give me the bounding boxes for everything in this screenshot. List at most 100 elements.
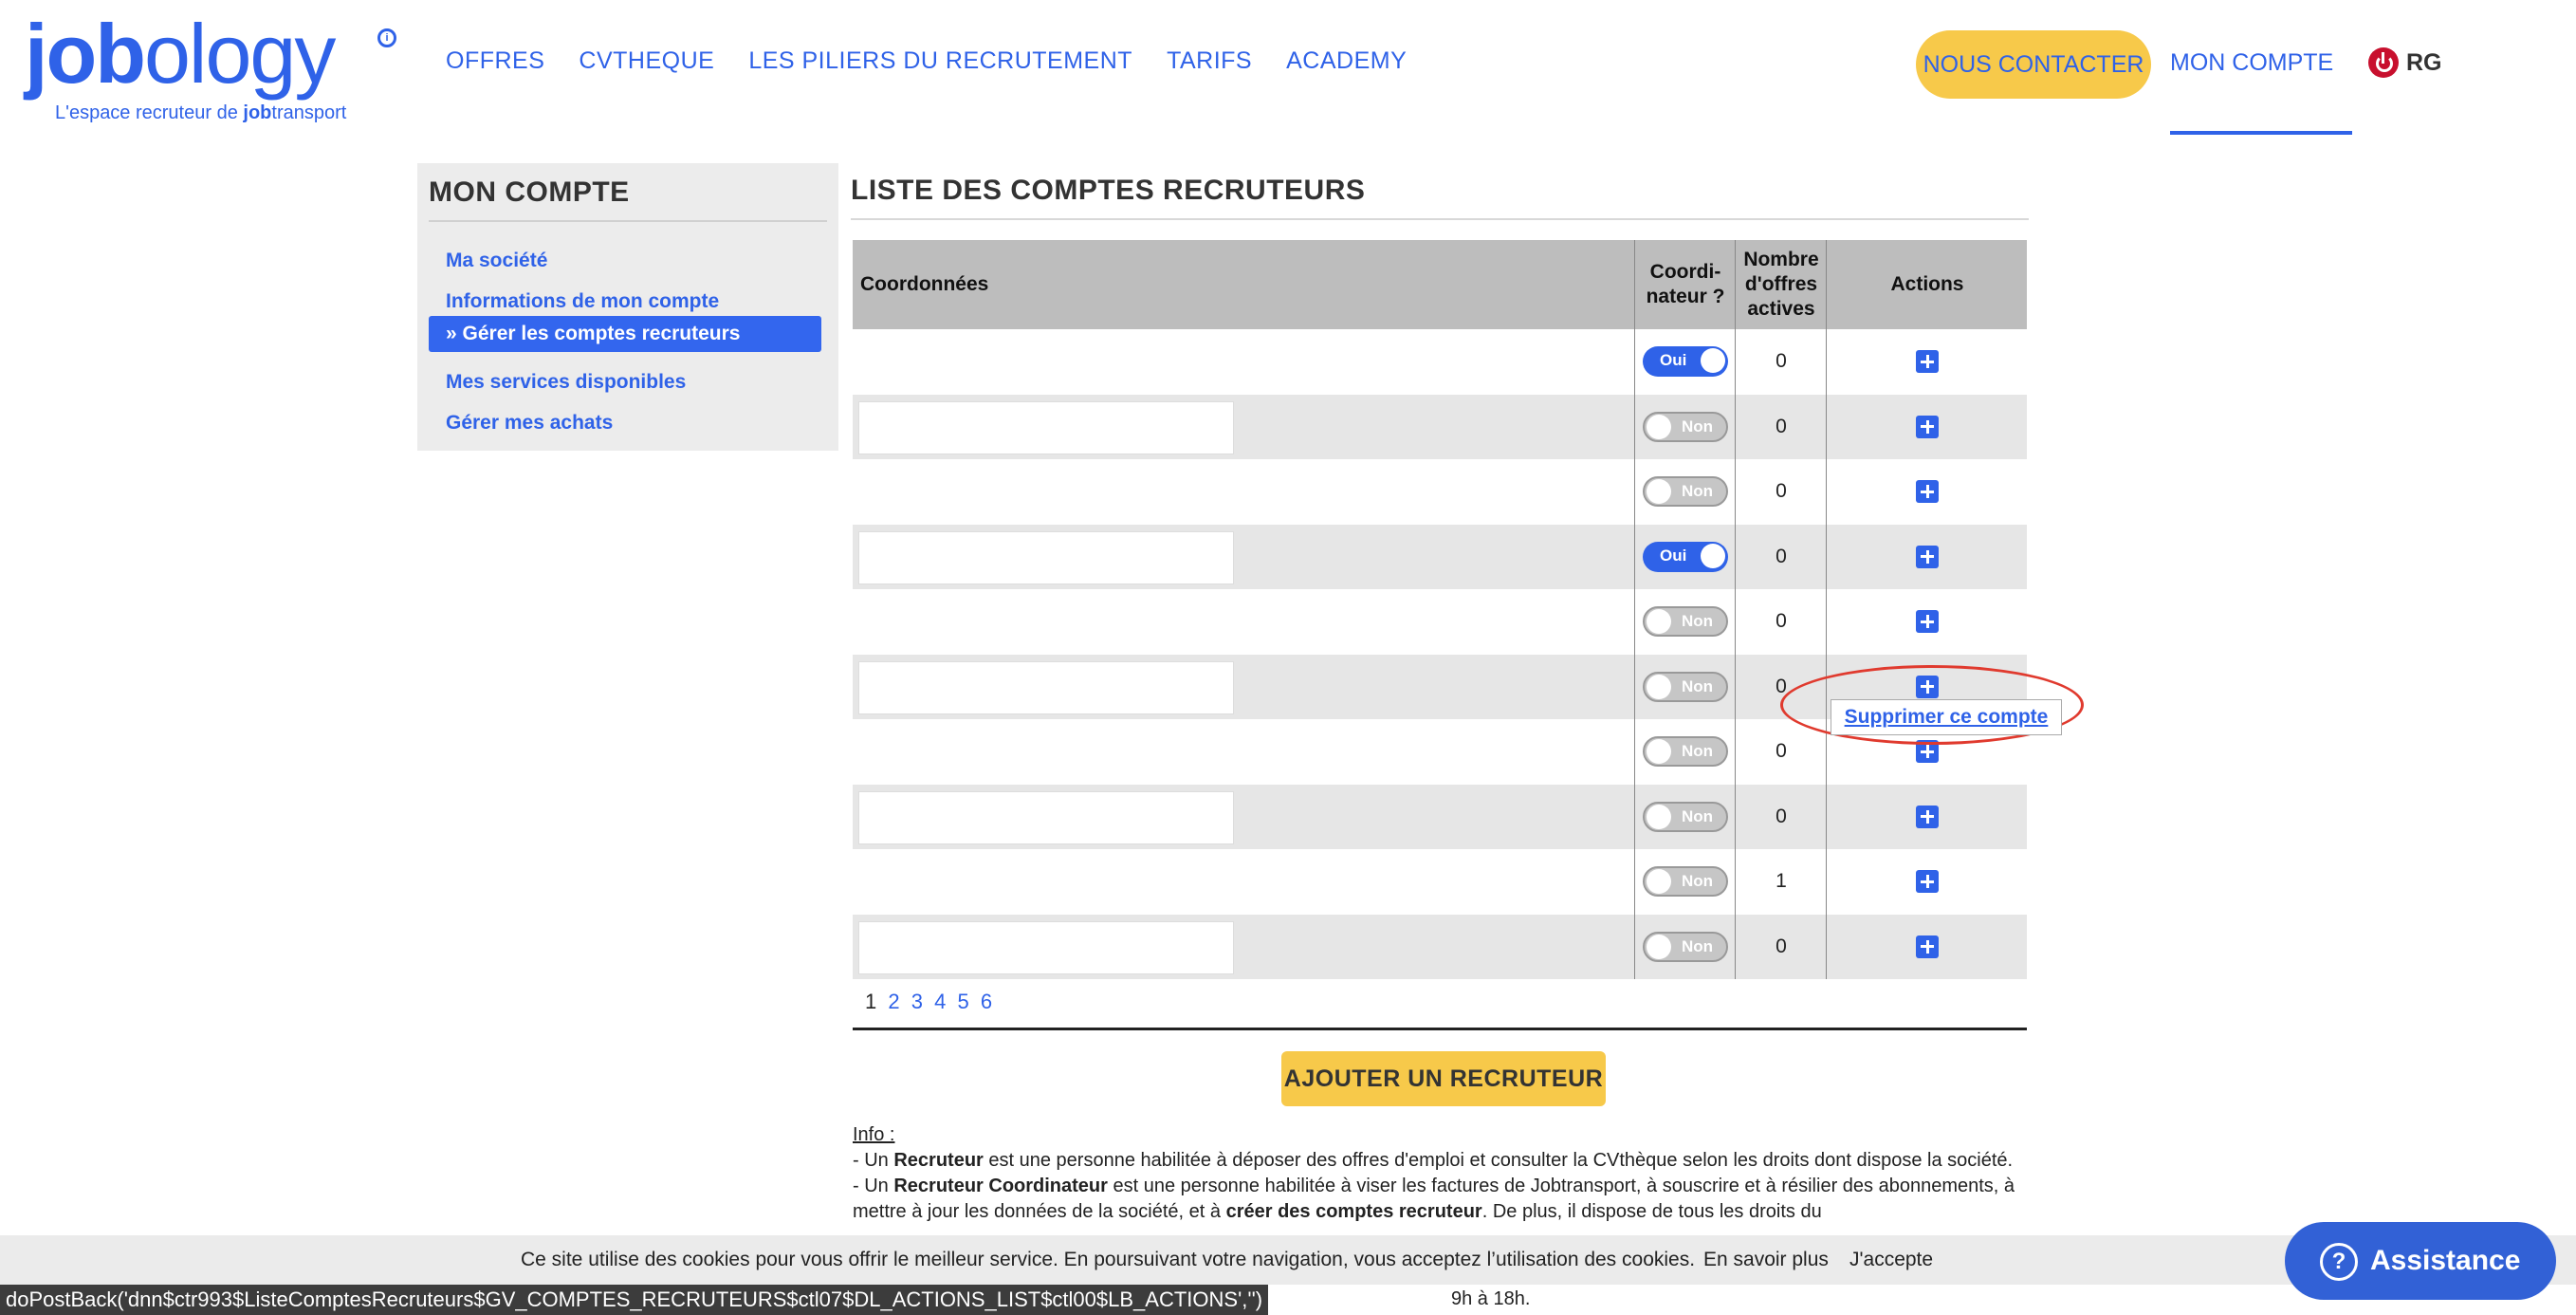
coordinator-cell: Non	[1634, 589, 1736, 655]
toggle-label: Oui	[1660, 546, 1687, 565]
redacted-coordinates	[858, 790, 1234, 844]
assistance-button[interactable]: ? Assistance	[2285, 1222, 2556, 1300]
plus-icon[interactable]	[1916, 935, 1939, 958]
page-current: 1	[865, 990, 877, 1013]
toggle-knob	[1701, 348, 1725, 374]
page-link[interactable]: 3	[911, 990, 923, 1013]
active-offers-cell: 0	[1735, 459, 1827, 525]
table-row: Oui 0	[853, 329, 2027, 395]
plus-icon[interactable]	[1916, 610, 1939, 634]
coordinator-toggle[interactable]: Non	[1643, 801, 1728, 832]
actions-cell	[1826, 589, 2028, 655]
plus-icon[interactable]	[1916, 805, 1939, 828]
coordinator-cell: Non	[1634, 849, 1736, 915]
toggle-label: Oui	[1660, 351, 1687, 370]
contact-button[interactable]: NOUS CONTACTER	[1916, 30, 2151, 99]
coordinator-cell: Non	[1634, 719, 1736, 785]
cookie-banner: Ce site utilise des cookies pour vous of…	[0, 1235, 2576, 1285]
info-icon: i	[377, 28, 396, 47]
table-row: Non 0	[853, 589, 2027, 655]
title-divider	[851, 218, 2029, 220]
active-offers-cell: 0	[1735, 394, 1827, 459]
actions-cell	[1826, 849, 2028, 915]
sidebar-item-manage-recruiters[interactable]: » Gérer les comptes recruteurs	[429, 316, 821, 352]
plus-icon[interactable]	[1916, 870, 1939, 894]
toggle-knob	[1647, 869, 1671, 895]
toggle-knob	[1647, 934, 1671, 959]
plus-icon[interactable]	[1916, 350, 1939, 374]
nav-piliers[interactable]: LES PILIERS DU RECRUTEMENT	[748, 47, 1132, 75]
toggle-knob	[1647, 739, 1671, 765]
cookie-more-link[interactable]: En savoir plus	[1703, 1235, 1829, 1285]
toggle-label: Non	[1681, 482, 1713, 501]
my-account-link[interactable]: MON COMPTE	[2170, 49, 2333, 77]
active-offers-cell: 0	[1735, 524, 1827, 589]
coordinator-cell: Non	[1634, 784, 1736, 849]
table-body: Oui 0 Non 0 Non 0 Oui 0 Non 0 Non 0 Non 0 Non 0 Non 1 Non 0	[853, 329, 2027, 979]
cookie-accept-link[interactable]: J'accepte	[1849, 1235, 1933, 1285]
nav-cvtheque[interactable]: CVTHEQUE	[579, 47, 714, 75]
coordinator-toggle[interactable]: Non	[1643, 866, 1728, 898]
coordinator-toggle[interactable]: Non	[1643, 736, 1728, 768]
actions-cell	[1826, 329, 2028, 395]
toggle-label: Non	[1681, 676, 1713, 695]
recruiters-table: Coordonnées Coordi-nateur ? Nombre d'offr…	[853, 240, 2027, 979]
toggle-knob	[1647, 479, 1671, 505]
coordinator-cell: Non	[1634, 654, 1736, 719]
toggle-label: Non	[1681, 936, 1713, 955]
actions-cell	[1826, 524, 2028, 589]
coordinator-cell: Non	[1634, 914, 1736, 979]
coordinator-toggle[interactable]: Oui	[1643, 346, 1728, 378]
nav-academy[interactable]: ACADEMY	[1286, 47, 1407, 75]
toggle-label: Non	[1681, 742, 1713, 761]
logo-tagline: L'espace recruteur de jobtransport	[55, 102, 347, 123]
page-link[interactable]: 6	[981, 990, 992, 1013]
status-url: doPostBack('dnn$ctr993$ListeComptesRecru…	[0, 1285, 1269, 1315]
table-row: Non 0	[853, 394, 2028, 459]
coordinator-toggle[interactable]: Oui	[1643, 541, 1728, 572]
coordinator-toggle[interactable]: Non	[1643, 931, 1728, 962]
toggle-label: Non	[1681, 417, 1713, 435]
toggle-label: Non	[1681, 806, 1713, 825]
add-recruiter-button[interactable]: AJOUTER UN RECRUTEUR	[1281, 1051, 1606, 1106]
coordinator-toggle[interactable]: Non	[1643, 476, 1728, 508]
sidebar-item-purchases[interactable]: Gérer mes achats	[429, 405, 821, 441]
logo-wordmark: jobology	[25, 7, 336, 101]
sidebar-item-account-info[interactable]: Informations de mon compte	[429, 284, 821, 320]
actions-cell	[1826, 394, 2028, 459]
coordinator-toggle[interactable]: Non	[1643, 671, 1728, 702]
coordinator-cell: Oui	[1634, 329, 1736, 395]
info-recruiter: - Un Recruteur est une personne habilité…	[853, 1150, 2014, 1171]
user-initials[interactable]: RG	[2406, 49, 2442, 77]
redacted-coordinates	[858, 920, 1234, 974]
page-link[interactable]: 2	[888, 990, 899, 1013]
active-nav-underline	[2170, 131, 2352, 135]
site-header: jobology i L'espace recruteur de jobtran…	[0, 0, 2576, 138]
plus-icon[interactable]	[1916, 545, 1939, 568]
nav-tarifs[interactable]: TARIFS	[1167, 47, 1252, 75]
table-row: Oui 0	[853, 524, 2028, 589]
col-actions: Actions	[1826, 240, 2028, 329]
question-icon: ?	[2320, 1243, 2358, 1281]
page-link[interactable]: 5	[958, 990, 969, 1013]
delete-account-link[interactable]: Supprimer ce compte	[1831, 699, 2062, 735]
coordinator-cell: Non	[1634, 394, 1736, 459]
col-coordinator: Coordi-nateur ?	[1634, 240, 1736, 329]
jobology-logo[interactable]: jobology i L'espace recruteur de jobtran…	[25, 7, 404, 123]
coordinator-toggle[interactable]: Non	[1643, 411, 1728, 442]
power-icon[interactable]	[2368, 47, 2399, 78]
toggle-knob	[1647, 804, 1671, 829]
page-link[interactable]: 4	[934, 990, 946, 1013]
col-coordinates: Coordonnées	[860, 273, 989, 295]
table-row: Non 0	[853, 459, 2027, 525]
coordinator-cell: Oui	[1634, 524, 1736, 589]
coordinator-toggle[interactable]: Non	[1643, 606, 1728, 638]
plus-icon[interactable]	[1916, 480, 1939, 504]
active-offers-cell: 0	[1735, 589, 1827, 655]
actions-cell	[1826, 914, 2028, 979]
nav-offres[interactable]: OFFRES	[446, 47, 544, 75]
sidebar-item-company[interactable]: Ma société	[429, 243, 821, 279]
sidebar-item-services[interactable]: Mes services disponibles	[429, 364, 821, 400]
plus-icon[interactable]	[1916, 415, 1939, 438]
redacted-coordinates	[858, 660, 1234, 714]
